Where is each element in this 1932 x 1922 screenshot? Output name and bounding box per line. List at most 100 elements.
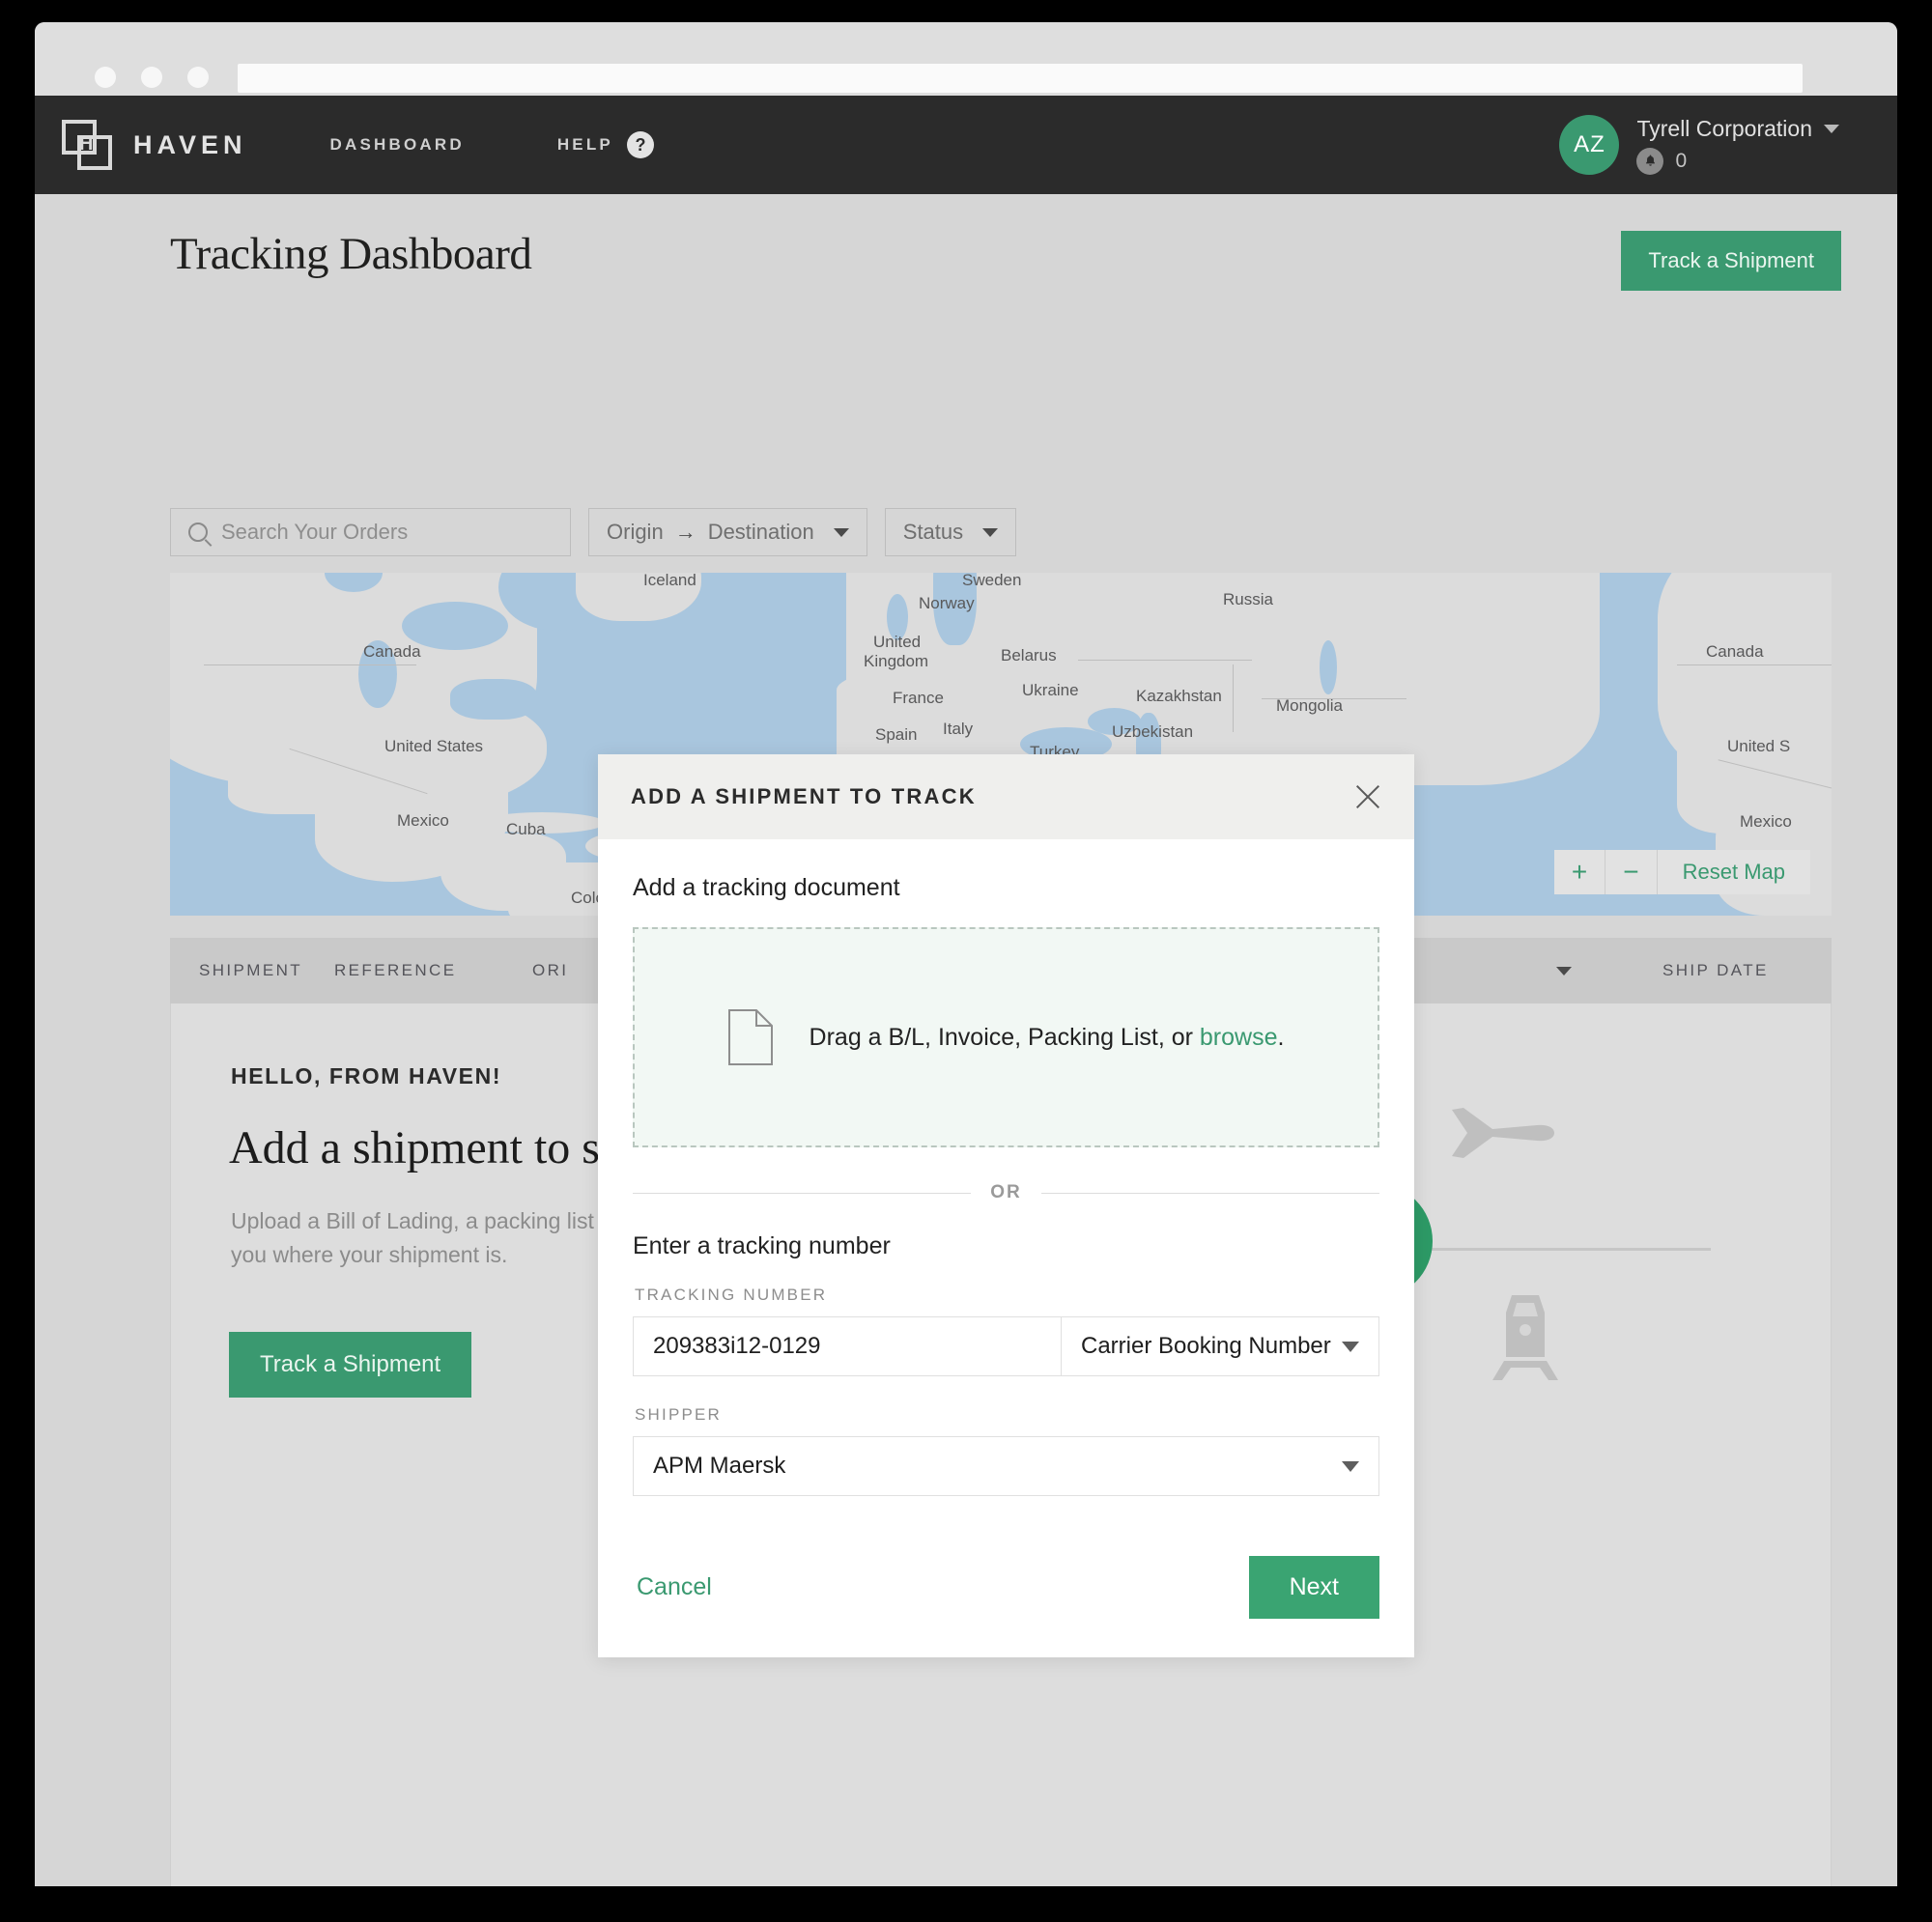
empty-state-eyebrow: HELLO, FROM HAVEN! (231, 1063, 502, 1088)
document-section-title: Add a tracking document (633, 874, 900, 901)
map-country-label: Mexico (397, 811, 449, 830)
map-country-label: Canada (363, 642, 421, 661)
chevron-down-icon (1824, 124, 1839, 133)
map-zoom-out-button[interactable]: − (1605, 850, 1658, 894)
shipper-value: APM Maersk (653, 1453, 786, 1479)
dropzone-text-before: Drag a B/L, Invoice, Packing List, or (809, 1023, 1200, 1051)
help-question-icon: ? (626, 131, 654, 158)
map-country-label: Norway (919, 594, 975, 612)
page-title: Tracking Dashboard (170, 229, 532, 279)
shipper-select[interactable]: APM Maersk (633, 1436, 1379, 1496)
tracking-number-type-select[interactable]: Carrier Booking Number (1061, 1316, 1379, 1376)
file-dropzone[interactable]: Drag a B/L, Invoice, Packing List, or br… (633, 927, 1379, 1147)
search-icon (188, 523, 208, 542)
track-shipment-button-empty-state[interactable]: Track a Shipment (229, 1332, 472, 1398)
column-header-origin[interactable]: ORI (532, 961, 568, 980)
map-country-label: Canada (1706, 642, 1764, 661)
map-controls: + − Reset Map (1553, 850, 1810, 894)
add-shipment-modal: ADD A SHIPMENT TO TRACK Add a tracking d… (598, 754, 1414, 1657)
user-area: AZ Tyrell Corporation 0 (1559, 96, 1839, 194)
map-country-label: France (893, 689, 944, 707)
browser-url-bar[interactable] (238, 64, 1803, 93)
column-header-shipment[interactable]: SHIPMENT (199, 961, 302, 980)
map-country-label: Uzbekistan (1112, 722, 1194, 741)
window-close-button[interactable] (95, 67, 116, 88)
dropzone-text: Drag a B/L, Invoice, Packing List, or br… (810, 1024, 1285, 1052)
cancel-button[interactable]: Cancel (633, 1566, 716, 1609)
or-label: OR (990, 1182, 1022, 1202)
filter-bar: Search Your Orders Origin → Destination … (170, 508, 1017, 556)
map-country-label: Belarus (1001, 646, 1057, 664)
tracking-number-label: TRACKING NUMBER (635, 1286, 828, 1304)
track-shipment-button-header[interactable]: Track a Shipment (1621, 231, 1841, 291)
chevron-down-icon (833, 527, 849, 537)
map-country-label: Cuba (506, 820, 546, 838)
dropzone-text-after: . (1277, 1023, 1285, 1051)
chevron-down-icon (982, 527, 999, 537)
map-country-label: Spain (875, 725, 918, 744)
search-placeholder: Search Your Orders (221, 520, 409, 544)
chevron-down-icon (1342, 1460, 1359, 1472)
map-country-label: Russia (1223, 590, 1273, 608)
nav-item-dashboard[interactable]: DASHBOARD (330, 135, 465, 155)
notifications[interactable]: 0 (1636, 147, 1839, 175)
modal-title: ADD A SHIPMENT TO TRACK (631, 784, 977, 808)
modal-body: Add a tracking document Drag a B/L, Invo… (598, 839, 1414, 1657)
tracking-number-row: 209383i12-0129 Carrier Booking Number (633, 1316, 1379, 1376)
map-country-label: Mongolia (1276, 696, 1343, 715)
avatar[interactable]: AZ (1559, 115, 1620, 175)
origin-destination-filter[interactable]: Origin → Destination (588, 508, 867, 556)
map-country-label: Sweden (962, 573, 1022, 589)
column-header-ship-date[interactable]: SHIP DATE (1662, 961, 1769, 980)
reset-map-button[interactable]: Reset Map (1658, 850, 1810, 894)
column-header-reference[interactable]: REFERENCE (334, 961, 456, 980)
divider-rule-left (633, 1192, 972, 1194)
shipper-label: SHIPPER (635, 1405, 723, 1424)
modal-header: ADD A SHIPMENT TO TRACK (598, 754, 1414, 839)
or-divider: OR (633, 1182, 1379, 1203)
tracking-number-type-value: Carrier Booking Number (1081, 1333, 1331, 1359)
next-button[interactable]: Next (1248, 1556, 1379, 1619)
chevron-down-icon (1342, 1341, 1359, 1352)
search-input[interactable]: Search Your Orders (170, 508, 571, 556)
origin-label: Origin (607, 520, 664, 544)
document-icon (727, 1009, 773, 1065)
browser-window: H HAVEN DASHBOARD HELP ? AZ Tyrell Corpo… (35, 22, 1897, 1886)
notification-count: 0 (1675, 149, 1688, 172)
close-icon[interactable] (1352, 781, 1383, 812)
nav-item-help[interactable]: HELP ? (557, 131, 654, 158)
map-country-label: Mexico (1740, 812, 1792, 831)
destination-label: Destination (707, 520, 814, 544)
haven-logo-icon: H (62, 120, 112, 170)
bell-icon (1636, 147, 1664, 175)
page-body: Tracking Dashboard Track a Shipment Sear… (35, 194, 1897, 1886)
brand-name: HAVEN (133, 129, 247, 159)
map-country-label: Ukraine (1022, 681, 1079, 699)
map-zoom-in-button[interactable]: + (1554, 850, 1606, 894)
airplane-icon (1442, 1102, 1558, 1169)
sort-descending-icon[interactable] (1556, 967, 1572, 975)
tracking-number-input[interactable]: 209383i12-0129 (633, 1316, 1061, 1376)
map-country-label: Kazakhstan (1136, 687, 1222, 705)
map-country-label: Kingdom (864, 652, 929, 670)
status-filter[interactable]: Status (884, 508, 1017, 556)
arrow-right-icon: → (674, 520, 696, 544)
map-country-label: Iceland (643, 573, 696, 589)
nav-dashboard-label: DASHBOARD (329, 135, 465, 154)
divider-rule-right (1040, 1192, 1379, 1194)
brand-logo[interactable]: H HAVEN (62, 120, 247, 170)
tracking-number-section-title: Enter a tracking number (633, 1232, 891, 1259)
window-maximize-button[interactable] (187, 67, 209, 88)
logo-letter: H (79, 133, 94, 155)
status-label: Status (902, 520, 964, 544)
window-minimize-button[interactable] (141, 67, 162, 88)
org-switcher[interactable]: Tyrell Corporation (1636, 116, 1839, 142)
train-icon (1491, 1293, 1560, 1387)
map-country-label: United S (1727, 737, 1791, 755)
map-country-label: United States (384, 737, 484, 755)
nav-help-label: HELP (556, 135, 613, 154)
browse-link[interactable]: browse (1200, 1024, 1278, 1051)
app-navbar: H HAVEN DASHBOARD HELP ? AZ Tyrell Corpo… (35, 96, 1897, 194)
org-name-label: Tyrell Corporation (1636, 115, 1812, 141)
modal-actions: Cancel Next (633, 1556, 1379, 1619)
